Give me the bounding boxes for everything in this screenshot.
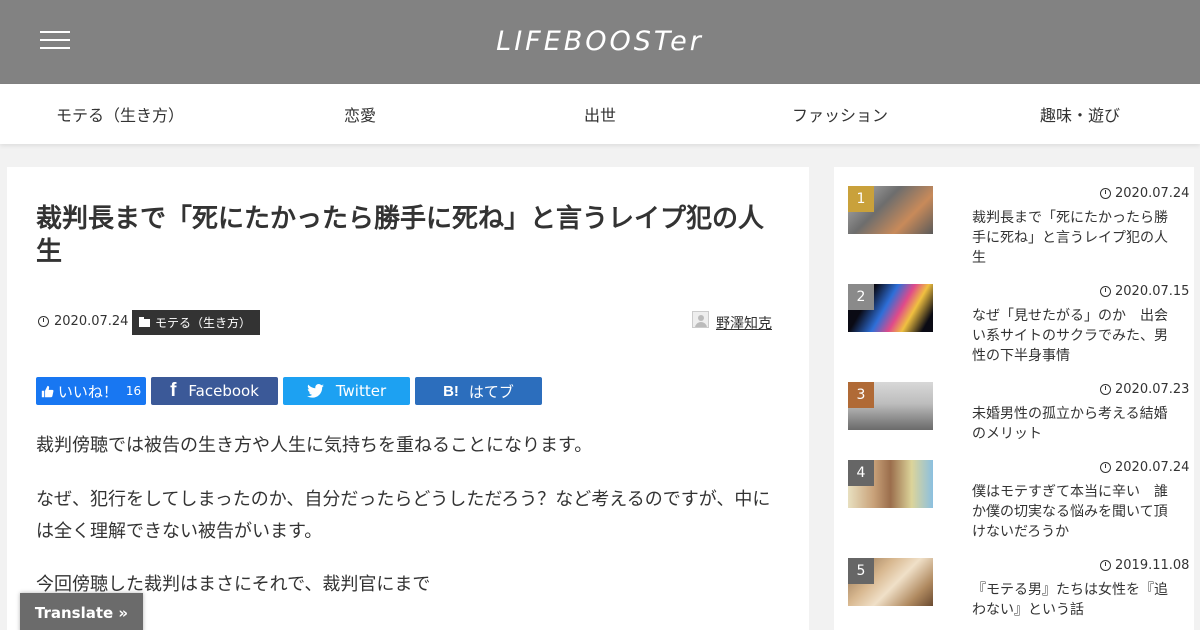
hatena-icon: B! [443,382,459,400]
ranking-thumbnail[interactable]: 1 [848,186,933,234]
clock-icon [1100,462,1111,473]
ranking-date: 2019.11.08 [1100,558,1189,573]
avatar [692,310,709,328]
ranking-title[interactable]: 『モテる男』たちは女性を『追わない』という話 [972,580,1177,620]
author-link[interactable]: 野澤知克 [716,313,772,333]
rank-badge: 1 [848,186,874,212]
facebook-label: Facebook [188,382,259,400]
ranking-date-text: 2019.11.08 [1115,558,1190,573]
twitter-label: Twitter [335,382,387,400]
like-button[interactable]: いいね！ 16 [36,377,146,405]
ranking-thumbnail[interactable]: 4 [848,460,933,508]
site-header: LIFEBOOSTer [0,0,1200,84]
ranking-title[interactable]: 裁判長まで「死にたかったら勝手に死ね」と言うレイプ犯の人生 [972,208,1177,268]
nav-item-hobby[interactable]: 趣味・遊び [960,84,1200,144]
clock-icon [1100,286,1111,297]
ranking-title[interactable]: なぜ「見せたがる」のか 出会い系サイトのサクラでみた、男性の下半身事情 [972,306,1177,366]
ranking-date-text: 2020.07.24 [1115,460,1190,475]
ranking-date: 2020.07.15 [1100,284,1189,299]
clock-icon [1100,560,1111,571]
category-text: モテる（生き方） [155,316,252,330]
ranking-thumbnail[interactable]: 5 [848,558,933,606]
translate-button[interactable]: Translate » [20,593,143,630]
global-nav: モテる（生き方） 恋愛 出世 ファッション 趣味・遊び [0,84,1200,144]
twitter-bird-icon [306,384,324,398]
ranking-thumbnail[interactable]: 2 [848,284,933,332]
facebook-icon: f [170,380,177,401]
rank-badge: 2 [848,284,874,310]
like-count: 16 [125,384,142,398]
nav-item-shusse[interactable]: 出世 [480,84,720,144]
article-date: 2020.07.24 [38,314,128,329]
like-label: いいね！ [57,382,118,401]
ranking-title[interactable]: 僕はモテすぎて本当に辛い 誰か僕の切実なる悩みを聞いて頂けないだろうか [972,482,1177,542]
folder-icon [139,316,150,327]
hatena-bookmark-button[interactable]: B! はてブ [415,377,542,405]
ranking-date-text: 2020.07.15 [1115,284,1190,299]
nav-item-fashion[interactable]: ファッション [720,84,960,144]
article-paragraph: 今回傍聴した裁判はまさにそれで、裁判官にまで [36,574,431,595]
clock-icon [1100,188,1111,199]
share-buttons: いいね！ 16 f Facebook Twitter B! はてブ [36,377,542,405]
ranking-date: 2020.07.24 [1100,186,1189,201]
ranking-date-text: 2020.07.24 [1115,186,1190,201]
article-title: 裁判長まで「死にたかったら勝手に死ね」と言うレイプ犯の人生 [36,204,765,267]
ranking-date: 2020.07.23 [1100,382,1189,397]
article-paragraph: なぜ、犯行をしてしまったのか、自分だったらどうしただろう？など考えるのですが、中… [36,489,771,542]
category-label[interactable]: モテる（生き方） [132,310,261,335]
thumbs-up-icon [41,385,54,397]
twitter-share-button[interactable]: Twitter [283,377,410,405]
clock-icon [1100,384,1111,395]
article-date-text: 2020.07.24 [54,314,129,329]
ranking-title[interactable]: 未婚男性の孤立から考える結婚のメリット [972,404,1177,444]
hatena-label: はてブ [468,382,514,401]
facebook-share-button[interactable]: f Facebook [151,377,278,405]
ranking-date-text: 2020.07.23 [1115,382,1190,397]
rank-badge: 5 [848,558,874,584]
nav-item-renai[interactable]: 恋愛 [240,84,480,144]
site-logo[interactable]: LIFEBOOSTer [0,26,1200,57]
rank-badge: 4 [848,460,874,486]
article-paragraph: 裁判傍聴では被告の生き方や人生に気持ちを重ねることになります。 [36,435,593,456]
article-card: 裁判長まで「死にたかったら勝手に死ね」と言うレイプ犯の人生 2020.07.24… [7,167,809,630]
author: 野澤知克 [692,305,772,333]
rank-badge: 3 [848,382,874,408]
clock-icon [38,316,49,327]
ranking-thumbnail[interactable]: 3 [848,382,933,430]
nav-item-mote[interactable]: モテる（生き方） [0,84,240,144]
ranking-sidebar: 1 2020.07.24 裁判長まで「死にたかったら勝手に死ね」と言うレイプ犯の… [834,167,1194,630]
ranking-date: 2020.07.24 [1100,460,1189,475]
